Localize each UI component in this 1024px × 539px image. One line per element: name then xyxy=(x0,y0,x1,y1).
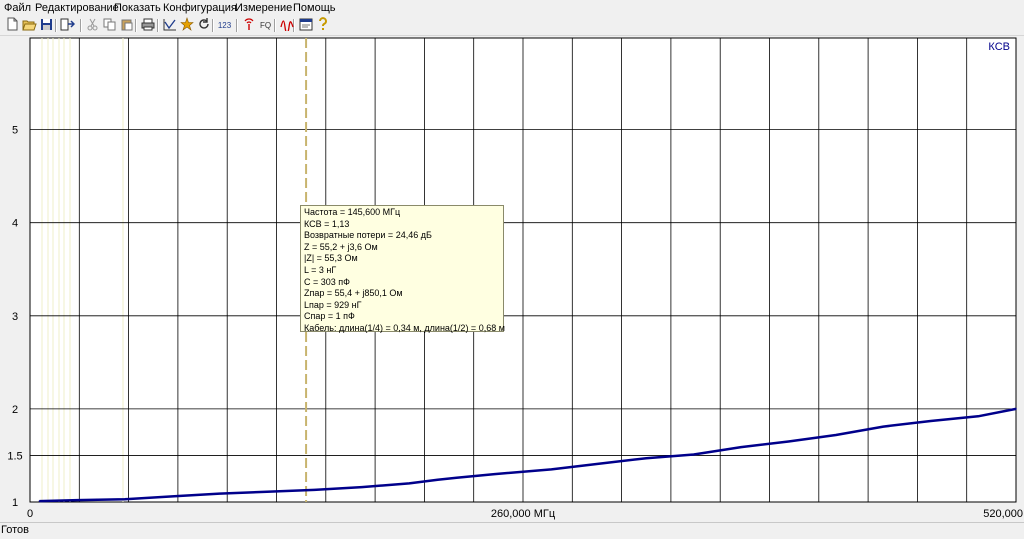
legend-label: КСВ xyxy=(988,41,1010,53)
star-icon xyxy=(179,17,194,34)
print-icon xyxy=(141,18,155,34)
tooltip-line: Zпар = 55,4 + j850,1 Ом xyxy=(304,288,403,299)
data-point xyxy=(171,495,174,498)
menu-item-2[interactable]: Показать xyxy=(114,2,161,14)
paste-button[interactable] xyxy=(118,17,135,34)
toolbar-separator xyxy=(157,19,159,32)
menu-item-0[interactable]: Файл xyxy=(4,2,31,14)
wave-button[interactable] xyxy=(278,17,295,34)
x-tick-label: 0 xyxy=(27,508,33,520)
dialog-button[interactable] xyxy=(297,17,314,34)
data-point xyxy=(977,415,979,418)
y-tick-label: 2 xyxy=(12,404,18,416)
tooltip-line: Возвратные потери = 24,46 дБ xyxy=(304,230,432,241)
graph-icon xyxy=(163,18,177,34)
toolbar-separator xyxy=(135,19,137,32)
data-point xyxy=(218,492,221,495)
frequency-icon: FQ xyxy=(259,21,272,30)
data-point xyxy=(493,473,496,475)
data-point xyxy=(76,499,79,501)
y-tick-label: 5 xyxy=(12,125,18,137)
graph-button[interactable] xyxy=(161,17,178,34)
data-point xyxy=(313,489,316,491)
data-point xyxy=(692,453,695,456)
status-bar: Готов xyxy=(0,522,1024,539)
data-point xyxy=(929,420,932,422)
cut-icon xyxy=(86,18,99,34)
new-file-button[interactable] xyxy=(4,17,21,34)
data-point xyxy=(835,434,837,436)
menu-item-3[interactable]: Конфигурация xyxy=(163,2,237,14)
cut-button[interactable] xyxy=(84,17,101,34)
data-point xyxy=(882,425,885,428)
vswr-chart: 1 1.5 2 3 4 5 0 260,000 МГц 520,000 КСВ xyxy=(7,37,1023,520)
data-point xyxy=(550,468,553,471)
marker-tooltip: Частота = 145,600 МГц КСВ = 1,13 Возвратны… xyxy=(300,205,505,333)
export-icon xyxy=(60,18,76,34)
toolbar-separator xyxy=(55,19,57,32)
tooltip-line: Частота = 145,600 МГц xyxy=(304,207,401,217)
data-point xyxy=(124,498,126,501)
toolbar: 123 FQ xyxy=(0,16,1024,36)
tooltip-line: Cпар = 1 пФ xyxy=(304,311,355,322)
data-point xyxy=(740,446,742,448)
x-tick-label: 260,000 МГц xyxy=(491,508,556,520)
data-point xyxy=(266,490,268,493)
save-button[interactable] xyxy=(38,17,55,34)
toolbar-separator xyxy=(212,19,214,32)
status-text: Готов xyxy=(1,524,29,536)
data-point xyxy=(645,457,648,460)
tooltip-line: КСВ = 1,13 xyxy=(304,218,350,229)
export-button[interactable] xyxy=(59,17,76,34)
tooltip-line: |Z| = 55,3 Ом xyxy=(304,253,358,264)
data-point xyxy=(787,440,790,443)
dialog-icon xyxy=(299,18,313,34)
tooltip-line: Lпар = 929 нГ xyxy=(304,299,362,310)
star-button[interactable] xyxy=(178,17,195,34)
refresh-button[interactable] xyxy=(195,17,212,34)
toolbar-separator xyxy=(236,19,238,32)
data-point xyxy=(408,482,411,485)
antenna-icon xyxy=(242,17,256,34)
toolbar-separator xyxy=(274,19,276,32)
tooltip-line: C = 303 пФ xyxy=(304,276,350,287)
toolbar-separator xyxy=(80,19,82,32)
x-tick-label: 520,000 xyxy=(983,508,1023,520)
menu-item-4[interactable]: Измерение xyxy=(235,2,292,14)
data-point xyxy=(598,463,600,465)
tooltip-line: Кабель: длина(1/4) = 0,34 м, длина(1/2) … xyxy=(304,322,505,333)
save-icon xyxy=(40,18,53,34)
copy-button[interactable] xyxy=(101,17,118,34)
tooltip-line: Z = 55,2 + j3,6 Ом xyxy=(304,241,378,252)
antenna-button[interactable] xyxy=(240,17,257,34)
y-tick-label: 3 xyxy=(12,311,18,323)
data-point xyxy=(1015,408,1017,410)
y-tick-label: 4 xyxy=(12,218,18,230)
copy-icon xyxy=(103,18,116,34)
new-file-icon xyxy=(6,17,19,34)
wave-icon xyxy=(279,18,294,34)
numbers-button[interactable]: 123 xyxy=(216,17,233,34)
help-icon xyxy=(317,17,329,34)
paste-icon xyxy=(120,18,133,34)
help-button[interactable] xyxy=(314,17,331,34)
menu-item-5[interactable]: Помощь xyxy=(293,2,336,14)
open-folder-icon xyxy=(22,18,37,34)
tooltip-line: L = 3 нГ xyxy=(304,264,337,275)
data-point xyxy=(38,500,41,502)
data-point xyxy=(436,478,439,481)
y-tick-label: 1.5 xyxy=(7,450,22,462)
y-tick-label: 1 xyxy=(12,497,18,509)
data-point xyxy=(455,476,458,479)
refresh-icon xyxy=(197,17,211,34)
frequency-button[interactable]: FQ xyxy=(257,17,274,34)
data-point xyxy=(361,486,363,488)
menu-bar: Файл Редактирование Показать Конфигурация Из… xyxy=(0,0,1024,16)
open-folder-button[interactable] xyxy=(21,17,38,34)
chart-area: 1 1.5 2 3 4 5 0 260,000 МГц 520,000 КСВ xyxy=(0,36,1024,522)
menu-item-1[interactable]: Редактирование xyxy=(35,2,119,14)
print-button[interactable] xyxy=(139,17,156,34)
numbers-icon: 123 xyxy=(217,21,232,30)
